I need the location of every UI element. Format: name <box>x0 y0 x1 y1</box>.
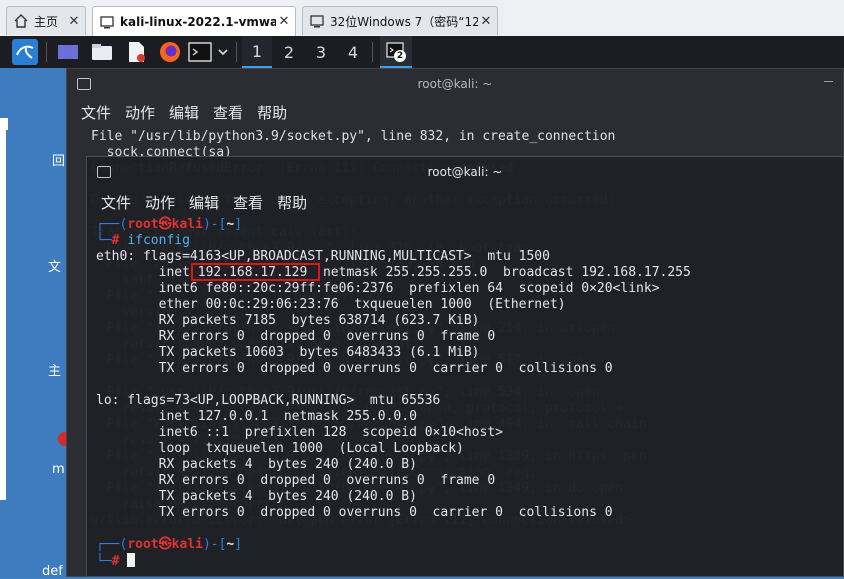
output-line: TX errors 0 dropped 0 overruns 0 carrier… <box>158 361 613 376</box>
window-count-badge: 2 <box>394 50 406 62</box>
prompt-line: ┌──(root㉿kali)-[~] <box>96 217 243 232</box>
close-icon[interactable]: ✕ <box>276 14 292 29</box>
menu-view[interactable]: 查看 <box>213 102 243 123</box>
menu-edit[interactable]: 编辑 <box>169 102 199 123</box>
kali-top-panel: 1 2 3 4 2 <box>0 36 844 68</box>
workspace-1[interactable]: 1 <box>242 36 272 68</box>
terminal-window-front[interactable]: root@kali: ~ 文件 动作 编辑 查看 帮助 ┌──(root㉿kal… <box>86 156 844 577</box>
menu-view[interactable]: 查看 <box>233 192 263 213</box>
output-line: TX errors 0 dropped 0 overruns 0 carrier… <box>158 505 613 520</box>
menu-edit[interactable]: 编辑 <box>189 192 219 213</box>
vmware-tab-strip: 主页 ✕ kali-linux-2022.1-vmware... ✕ 32位Wi… <box>0 0 844 37</box>
menu-action[interactable]: 动作 <box>145 192 175 213</box>
panel-separator <box>46 42 47 62</box>
desktop-label: 主 <box>48 364 62 379</box>
output-line: RX errors 0 dropped 0 overruns 0 frame 0 <box>158 473 496 488</box>
desktop-background <box>0 68 66 577</box>
menu-help[interactable]: 帮助 <box>277 192 307 213</box>
output-line: TX packets 4 bytes 240 (240.0 B) <box>158 489 417 504</box>
terminal-icon[interactable] <box>188 40 214 64</box>
menu-bar: 文件 动作 编辑 查看 帮助 <box>81 102 287 123</box>
vm-icon <box>100 15 114 28</box>
desktop-label: 文 <box>48 260 62 275</box>
prompt-symbol: # <box>111 554 120 569</box>
workspace-3[interactable]: 3 <box>306 36 336 68</box>
text-cursor <box>127 553 136 567</box>
output-line: inet 127.0.0.1 netmask 255.0.0.0 <box>158 409 417 424</box>
panel-separator <box>372 42 373 62</box>
terminal-output-front[interactable]: ┌──(root㉿kali)-[~] └─# ifconfig eth0: fl… <box>96 217 691 570</box>
folder-icon[interactable] <box>90 40 114 64</box>
output-line: TX packets 10603 bytes 6483433 (6.1 MiB) <box>158 345 480 360</box>
tab-win7-vm[interactable]: 32位Windows 7（密码“1234... ✕ <box>302 6 498 35</box>
command-output: eth0: flags=4163<UP,BROADCAST,RUNNING,MU… <box>96 249 691 520</box>
output-line: RX errors 0 dropped 0 overruns 0 frame 0 <box>158 329 496 344</box>
output-line: lo: flags=73<UP,LOOPBACK,RUNNING> mtu 65… <box>96 393 441 408</box>
chevron-down-icon[interactable] <box>216 40 230 64</box>
output-line: inet6 ::1 prefixlen 128 scopeid 0×10<hos… <box>158 425 503 440</box>
text-editor-icon[interactable] <box>124 40 148 64</box>
tab-label: kali-linux-2022.1-vmware... <box>120 14 276 29</box>
close-icon[interactable]: ✕ <box>66 14 82 29</box>
menu-bar: 文件 动作 编辑 查看 帮助 <box>101 192 307 213</box>
prompt-user: root㉿kali <box>127 537 203 552</box>
firefox-icon[interactable] <box>158 40 182 64</box>
output-line: RX packets 4 bytes 240 (240.0 B) <box>158 457 417 472</box>
desktop-icon[interactable] <box>56 40 80 64</box>
kali-menu-icon[interactable] <box>12 39 38 65</box>
close-icon[interactable]: ✕ <box>478 14 494 29</box>
minimize-icon[interactable] <box>824 81 833 82</box>
window-title: root@kali: ~ <box>427 165 503 179</box>
output-line: File "/usr/lib/python3.9/socket.py", lin… <box>91 129 616 144</box>
vm-icon <box>310 15 324 28</box>
desktop-window-fragment <box>0 130 6 500</box>
tab-home[interactable]: 主页 ✕ <box>6 6 86 35</box>
menu-action[interactable]: 动作 <box>125 102 155 123</box>
prompt-user: root㉿kali <box>127 217 203 232</box>
output-line: inet6 fe80::20c:29ff:fe06:2376 prefixlen… <box>158 281 660 296</box>
terminal-icon <box>97 166 111 178</box>
command-line: └─# <box>96 553 136 569</box>
desktop-label: m <box>52 462 65 477</box>
terminal-icon <box>77 78 91 90</box>
window-titlebar[interactable]: root@kali: ~ <box>67 69 843 99</box>
menu-help[interactable]: 帮助 <box>257 102 287 123</box>
output-line: loop txqueuelen 1000 (Local Loopback) <box>158 441 464 456</box>
prompt-symbol: # <box>111 233 120 248</box>
window-titlebar[interactable]: root@kali: ~ <box>87 157 843 187</box>
command-text: ifconfig <box>127 233 190 248</box>
panel-separator <box>236 42 237 62</box>
desktop-label: 回 <box>52 154 66 169</box>
ip-highlight-box <box>191 263 320 281</box>
home-icon <box>14 14 28 28</box>
window-title: root@kali: ~ <box>417 77 493 91</box>
tab-kali-vm[interactable]: kali-linux-2022.1-vmware... ✕ <box>92 6 296 36</box>
tab-label: 主页 <box>34 14 59 29</box>
output-line: RX packets 7185 bytes 638714 (623.7 KiB) <box>158 313 480 328</box>
task-terminal-button[interactable]: 2 <box>380 36 412 68</box>
prompt-line: ┌──(root㉿kali)-[~] <box>96 537 243 552</box>
workspace-4[interactable]: 4 <box>338 36 368 68</box>
output-line: eth0: flags=4163<UP,BROADCAST,RUNNING,MU… <box>96 249 550 264</box>
menu-file[interactable]: 文件 <box>101 192 131 213</box>
tab-label: 32位Windows 7（密码“1234... <box>330 14 478 29</box>
menu-file[interactable]: 文件 <box>81 102 111 123</box>
output-line: inet 192.168.17.129 netmask 255.255.255.… <box>158 265 691 280</box>
output-line: ether 00:0c:29:06:23:76 txqueuelen 1000 … <box>158 297 566 312</box>
command-line: └─# ifconfig <box>96 233 190 248</box>
workspace-2[interactable]: 2 <box>274 36 304 68</box>
desktop-window-fragment <box>0 118 8 130</box>
